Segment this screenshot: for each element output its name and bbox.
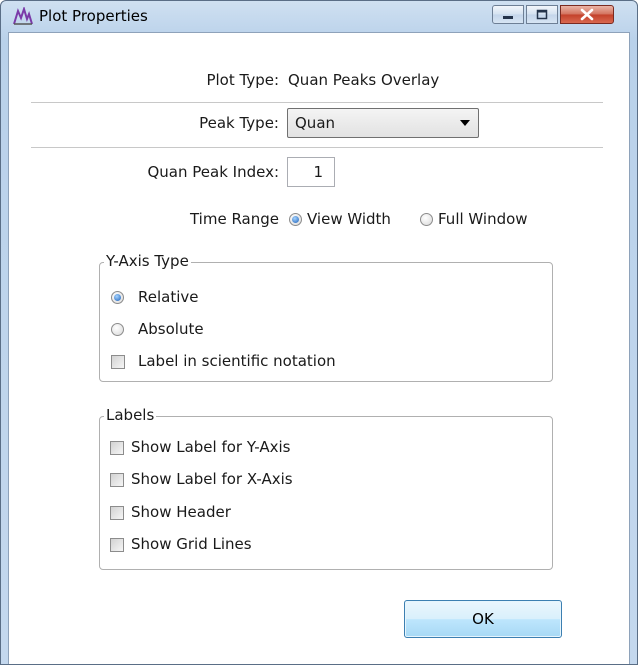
plot-type-value: Quan Peaks Overlay <box>288 71 440 89</box>
peak-type-dropdown[interactable]: Quan <box>287 108 479 138</box>
time-range-full-window-radio[interactable] <box>420 213 433 226</box>
y-axis-type-group: Y-Axis Type Relative Absolute Label in s… <box>99 252 553 382</box>
ok-button[interactable]: OK <box>404 600 562 638</box>
labels-title: Labels <box>104 406 157 424</box>
show-x-axis-label-text[interactable]: Show Label for X-Axis <box>131 470 293 488</box>
time-range-view-width-radio[interactable] <box>289 213 302 226</box>
y-axis-absolute-radio[interactable] <box>111 323 124 336</box>
time-range-label: Time Range <box>189 210 279 228</box>
peak-type-label: Peak Type: <box>199 114 279 132</box>
y-axis-relative-label[interactable]: Relative <box>138 288 199 306</box>
maximize-button[interactable] <box>526 5 558 24</box>
y-axis-type-title: Y-Axis Type <box>104 252 191 270</box>
show-grid-lines-checkbox[interactable] <box>110 538 124 552</box>
quan-peak-index-input[interactable]: 1 <box>287 157 335 187</box>
divider <box>31 102 603 103</box>
close-icon <box>580 8 594 21</box>
minimize-button[interactable] <box>492 5 524 24</box>
y-axis-relative-radio[interactable] <box>111 291 124 304</box>
y-axis-absolute-label[interactable]: Absolute <box>138 320 204 338</box>
quan-peak-index-label: Quan Peak Index: <box>147 163 279 181</box>
plot-properties-window: Plot Properties Plot Type: Quan Peaks Ov… <box>0 0 638 665</box>
labels-group: Labels Show Label for Y-Axis Show Label … <box>99 406 553 570</box>
scientific-notation-label[interactable]: Label in scientific notation <box>138 352 336 370</box>
dialog-content: Plot Type: Quan Peaks Overlay Peak Type:… <box>8 32 630 664</box>
maximize-icon <box>536 9 548 20</box>
show-y-axis-label-text[interactable]: Show Label for Y-Axis <box>131 438 290 456</box>
plot-type-label: Plot Type: <box>206 71 279 89</box>
dropdown-arrow-icon <box>460 120 470 126</box>
show-header-checkbox[interactable] <box>110 506 124 520</box>
show-header-label[interactable]: Show Header <box>131 503 231 521</box>
time-range-full-window-label[interactable]: Full Window <box>438 210 528 228</box>
show-x-axis-label-checkbox[interactable] <box>110 473 124 487</box>
title-bar[interactable]: Plot Properties <box>1 1 637 31</box>
show-y-axis-label-checkbox[interactable] <box>110 441 124 455</box>
time-range-view-width-label[interactable]: View Width <box>307 210 391 228</box>
window-title: Plot Properties <box>39 7 148 25</box>
show-grid-lines-label[interactable]: Show Grid Lines <box>131 535 252 553</box>
divider <box>31 147 603 148</box>
minimize-icon <box>503 16 513 19</box>
peak-chart-icon <box>13 7 33 25</box>
scientific-notation-checkbox[interactable] <box>111 355 125 369</box>
close-button[interactable] <box>560 5 614 24</box>
peak-type-selected: Quan <box>295 114 336 132</box>
